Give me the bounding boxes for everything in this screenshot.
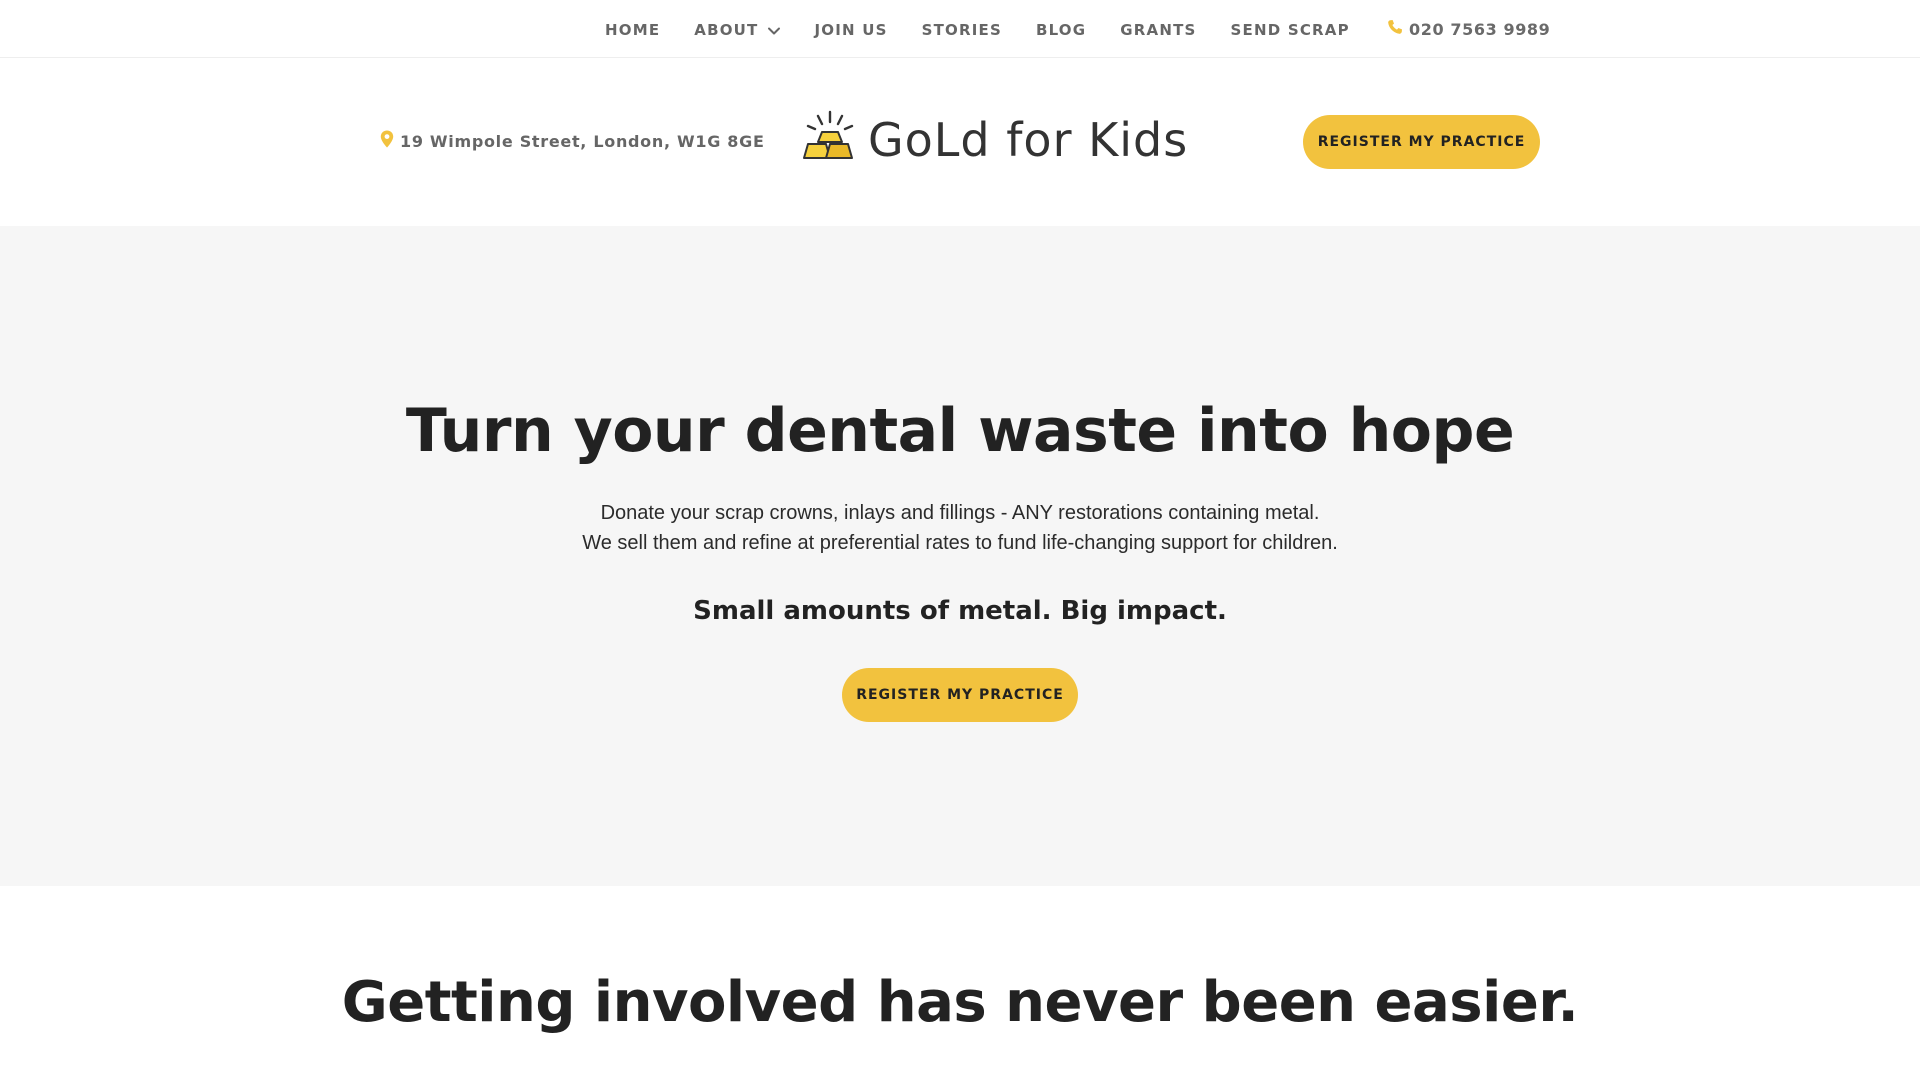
phone-link[interactable]: 020 7563 9989 (1387, 19, 1550, 41)
getting-involved-title: Getting involved has never been easier. (341, 970, 1579, 1035)
address-text: 19 Wimpole Street, London, W1G 8GE (400, 132, 765, 151)
hero-section: Turn your dental waste into hope Donate … (0, 226, 1920, 886)
nav-blog[interactable]: BLOG (1036, 20, 1086, 40)
hero-description: Donate your scrap crowns, inlays and fil… (0, 498, 1920, 558)
logo-text: GoLd for Kids (868, 113, 1189, 167)
nav-grants-label: GRANTS (1120, 21, 1197, 39)
chevron-down-icon (767, 23, 781, 37)
hero-register-practice-button[interactable]: REGISTER MY PRACTICE (842, 668, 1078, 722)
logo[interactable]: GoLd for Kids (800, 110, 1188, 170)
nav-grants[interactable]: GRANTS (1120, 20, 1196, 40)
nav-blog-label: BLOG (1035, 21, 1087, 39)
site-header: 19 Wimpole Street, London, W1G 8GE GoLd … (0, 58, 1920, 226)
nav-about-label: ABOUT (694, 21, 759, 39)
nav-stories-label: STORIES (921, 21, 1002, 39)
hero-tagline: Small amounts of metal. Big impact. (693, 596, 1227, 626)
hero-title: Turn your dental waste into hope (405, 396, 1515, 466)
nav-send-scrap[interactable]: SEND SCRAP (1231, 20, 1350, 40)
main-nav: HOME ABOUT JOIN US STORIES BLOG GRANTS S… (605, 20, 1384, 40)
hero-line-2: We sell them and refine at preferential … (582, 532, 1338, 554)
register-practice-button[interactable]: REGISTER MY PRACTICE (1303, 115, 1540, 169)
nav-send-scrap-label: SEND SCRAP (1230, 21, 1350, 39)
gold-bars-icon (800, 110, 860, 170)
phone-number: 020 7563 9989 (1409, 20, 1551, 39)
nav-home-label: HOME (605, 21, 661, 39)
nav-join-us-label: JOIN US (814, 21, 888, 39)
nav-stories[interactable]: STORIES (922, 20, 1002, 40)
nav-home[interactable]: HOME (605, 20, 660, 40)
phone-icon (1387, 19, 1409, 41)
nav-join-us[interactable]: JOIN US (815, 20, 888, 40)
address: 19 Wimpole Street, London, W1G 8GE (380, 130, 765, 154)
nav-about[interactable]: ABOUT (694, 20, 780, 40)
hero-line-1: Donate your scrap crowns, inlays and fil… (600, 502, 1320, 524)
top-navigation-bar: HOME ABOUT JOIN US STORIES BLOG GRANTS S… (0, 0, 1920, 58)
map-pin-icon (380, 130, 400, 154)
